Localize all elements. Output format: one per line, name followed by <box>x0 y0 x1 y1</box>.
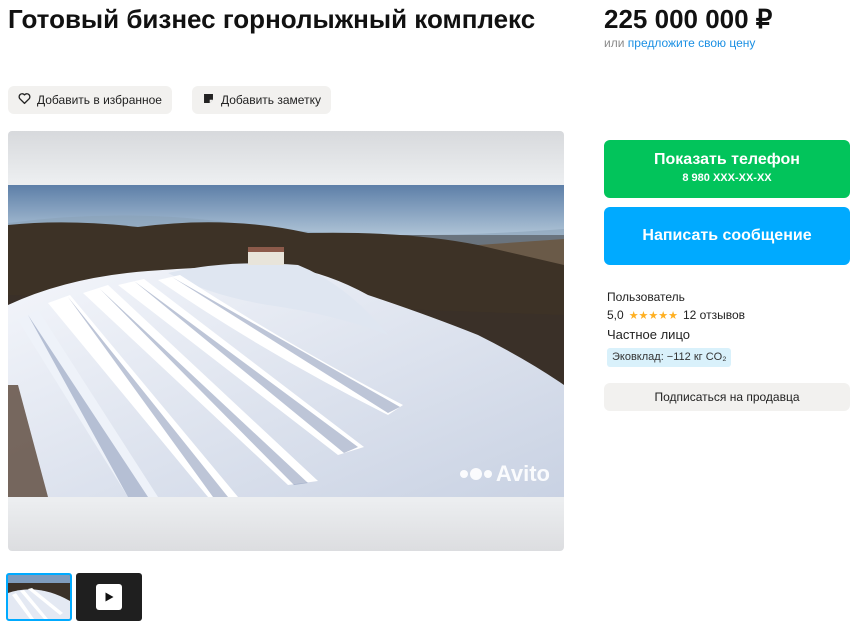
rating-value: 5,0 <box>607 308 624 322</box>
add-to-favorites-button[interactable]: Добавить в избранное <box>8 86 172 114</box>
offer-price-link[interactable]: предложите свою цену <box>628 36 756 50</box>
phone-number: 8 980 XXX-XX-XX <box>682 172 772 184</box>
add-note-label: Добавить заметку <box>221 93 321 107</box>
note-icon <box>202 92 215 108</box>
eco-badge: Эковклад: −112 кг CO₂ <box>607 348 732 367</box>
watermark-text: Avito <box>495 461 550 486</box>
subscribe-seller-button[interactable]: Подписаться на продавца <box>604 383 850 411</box>
play-icon <box>96 584 122 610</box>
seller-rating: 5,0 ★★★★★ 12 отзывов <box>607 308 745 322</box>
heart-icon <box>18 92 31 108</box>
write-message-button[interactable]: Написать сообщение <box>604 207 850 265</box>
main-photo: Avito <box>8 185 564 497</box>
rating-stars-icon: ★★★★★ <box>628 309 678 322</box>
price-offer: или предложите свою цену <box>604 36 755 50</box>
show-phone-button[interactable]: Показать телефон 8 980 XXX-XX-XX <box>604 140 850 198</box>
listing-price: 225 000 000 ₽ <box>604 4 773 34</box>
photo-gallery[interactable]: Avito <box>8 131 564 551</box>
offer-prefix: или <box>604 36 625 50</box>
add-to-favorites-label: Добавить в избранное <box>37 93 162 107</box>
seller-name[interactable]: Пользователь <box>607 290 685 304</box>
avito-watermark: Avito <box>459 461 550 487</box>
add-note-button[interactable]: Добавить заметку <box>192 86 331 114</box>
reviews-link[interactable]: 12 отзывов <box>683 308 745 322</box>
seller-type: Частное лицо <box>607 327 690 342</box>
show-phone-label: Показать телефон <box>654 151 800 168</box>
listing-title: Готовый бизнес горнолыжный комплекс <box>8 4 536 34</box>
thumbnail-photo[interactable] <box>6 573 72 621</box>
thumbnail-video[interactable] <box>76 573 142 621</box>
thumbnail-photo-image <box>8 575 70 619</box>
avito-logo-icon <box>459 468 492 480</box>
